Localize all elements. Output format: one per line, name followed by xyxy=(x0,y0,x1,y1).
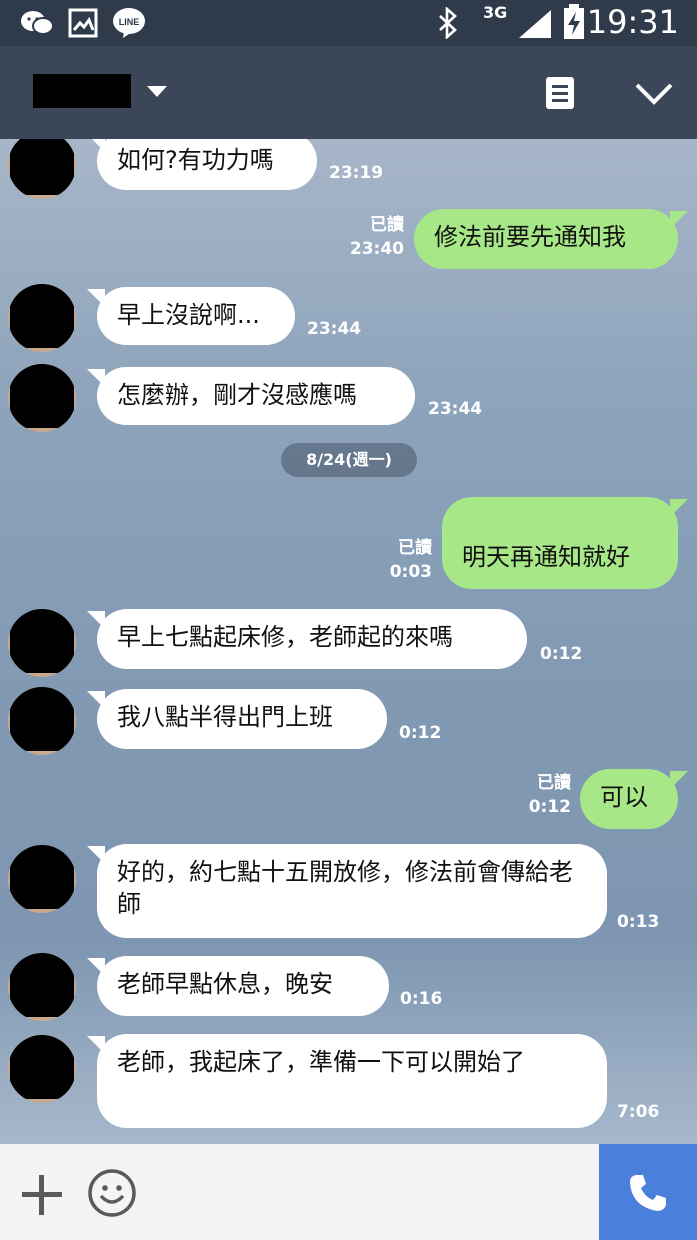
wechat-icon xyxy=(21,11,54,35)
call-button[interactable] xyxy=(599,1144,697,1240)
message-time: 0:12 xyxy=(528,797,571,817)
chat-area[interactable]: 如何?有功力嗎 23:19 已讀 23:40 修法前要先通知我 早上沒說啊...… xyxy=(0,139,697,1144)
avatar[interactable] xyxy=(8,609,76,677)
message-meta: 已讀 0:12 xyxy=(508,771,571,819)
message-time: 0:12 xyxy=(399,723,442,743)
clock: 19:31 xyxy=(586,3,679,41)
message-bubble-incoming[interactable]: 早上七點起床修，老師起的來嗎 xyxy=(87,609,527,669)
read-receipt: 已讀 xyxy=(537,773,571,793)
avatar[interactable] xyxy=(8,284,76,352)
message-bubble-incoming[interactable]: 老師早點休息，晚安 xyxy=(87,956,389,1016)
status-bar: LINE 3G 19:31 xyxy=(0,0,697,46)
input-bar xyxy=(0,1144,697,1240)
message-time: 0:12 xyxy=(540,644,583,664)
message-bubble-outgoing[interactable]: 明天再通知就好 xyxy=(442,497,688,589)
message-time: 7:06 xyxy=(617,1102,660,1122)
notes-icon[interactable] xyxy=(545,76,575,110)
message-meta: 已讀 23:40 xyxy=(340,213,404,261)
avatar[interactable] xyxy=(8,1035,76,1103)
emoji-icon[interactable] xyxy=(87,1168,137,1218)
message-bubble-incoming[interactable]: 老師，我起床了，準備一下可以開始了 xyxy=(87,1034,607,1128)
message-time: 0:16 xyxy=(400,989,443,1009)
date-divider: 8/24(週一) xyxy=(281,443,417,477)
message-time: 23:44 xyxy=(307,319,362,339)
avatar[interactable] xyxy=(8,687,76,755)
message-bubble-incoming[interactable]: 怎麼辦，剛才沒感應嗎 xyxy=(87,367,415,425)
message-bubble-outgoing[interactable]: 可以 xyxy=(580,769,688,829)
gallery-icon xyxy=(68,8,98,38)
read-receipt: 已讀 xyxy=(398,538,432,558)
message-meta: 已讀 0:03 xyxy=(370,536,432,584)
svg-text:LINE: LINE xyxy=(119,17,140,27)
avatar[interactable] xyxy=(8,139,76,199)
chat-header xyxy=(0,46,697,139)
message-time: 23:19 xyxy=(329,163,384,183)
avatar[interactable] xyxy=(8,953,76,1021)
message-bubble-outgoing[interactable]: 修法前要先通知我 xyxy=(414,209,688,269)
message-time: 0:13 xyxy=(617,912,660,932)
message-time: 23:44 xyxy=(428,399,483,419)
dropdown-arrow-icon[interactable] xyxy=(147,86,167,98)
avatar[interactable] xyxy=(8,364,76,432)
message-bubble-incoming[interactable]: 我八點半得出門上班 xyxy=(87,689,387,749)
chevron-down-icon[interactable] xyxy=(634,82,674,106)
message-time: 0:03 xyxy=(389,562,432,582)
plus-icon[interactable] xyxy=(20,1173,64,1217)
line-icon: LINE xyxy=(113,8,145,38)
avatar[interactable] xyxy=(8,845,76,913)
bluetooth-icon xyxy=(439,7,457,39)
battery-charging-icon xyxy=(564,4,584,39)
signal-icon xyxy=(519,10,551,38)
message-bubble-incoming[interactable]: 早上沒說啊... xyxy=(87,287,295,345)
message-time: 23:40 xyxy=(349,239,404,259)
phone-call-icon xyxy=(630,1175,666,1211)
network-type: 3G xyxy=(483,3,508,22)
read-receipt: 已讀 xyxy=(370,215,404,235)
message-bubble-incoming[interactable]: 如何?有功力嗎 xyxy=(87,139,317,190)
contact-name-redacted[interactable] xyxy=(33,74,131,108)
message-bubble-incoming[interactable]: 好的，約七點十五開放修，修法前會傳給老師 xyxy=(87,844,607,938)
